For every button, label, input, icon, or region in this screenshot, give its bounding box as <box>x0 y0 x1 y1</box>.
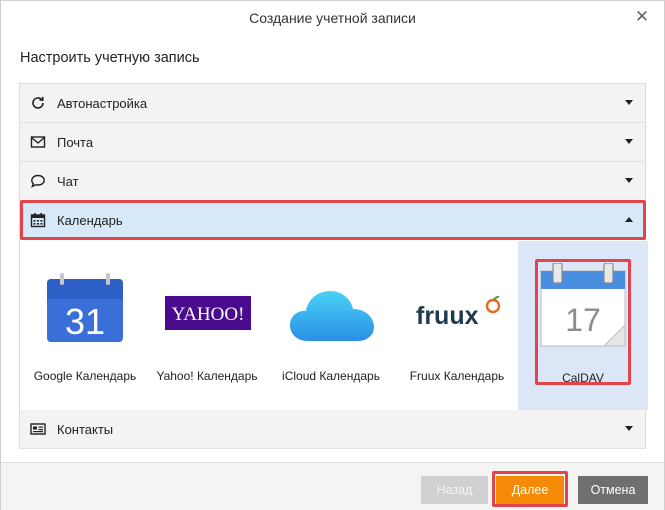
dialog-subtitle: Настроить учетную запись <box>20 50 200 66</box>
envelope-icon <box>30 136 46 148</box>
svg-text:31: 31 <box>65 301 105 342</box>
provider-fruux[interactable]: fruux Fruux Календарь <box>402 241 512 410</box>
section-label: Автонастройка <box>57 96 148 111</box>
chevron-up-icon <box>625 217 633 222</box>
back-button[interactable]: Назад <box>421 476 488 504</box>
chevron-down-icon <box>625 178 633 183</box>
caldav-calendar-icon: 17 <box>540 263 626 347</box>
section-label: Контакты <box>57 422 114 437</box>
svg-text:fruux: fruux <box>416 302 479 330</box>
section-label: Чат <box>57 174 79 189</box>
icloud-icon <box>290 291 374 341</box>
dialog-title: Создание учетной записи <box>249 10 416 26</box>
section-autoconfig[interactable]: Автонастройка <box>20 84 645 123</box>
section-contacts[interactable]: Контакты <box>20 410 645 449</box>
refresh-icon <box>32 96 44 109</box>
chat-bubble-icon <box>31 174 45 188</box>
provider-google[interactable]: 31 Google Календарь <box>25 241 145 410</box>
calendar-icon <box>30 213 46 228</box>
google-calendar-icon: 31 <box>47 273 123 342</box>
dialog-footer: Назад Далее Отмена <box>1 462 664 510</box>
provider-label: Yahoo! Календарь <box>156 369 258 383</box>
fruux-logo-icon: fruux <box>416 296 501 330</box>
calendar-providers: 31 Google Календарь YAHOO! Yahoo! Календ… <box>20 241 648 410</box>
contact-card-icon <box>30 423 46 435</box>
account-type-accordion: Автонастройка Почта Чат Календарь 31 Goo… <box>19 83 648 449</box>
chevron-down-icon <box>625 139 633 144</box>
account-creation-dialog: Создание учетной записи ✕ Настроить учет… <box>0 0 665 510</box>
chevron-down-icon <box>625 100 633 105</box>
svg-text:YAHOO!: YAHOO! <box>172 304 245 325</box>
section-mail[interactable]: Почта <box>20 123 645 162</box>
svg-text:17: 17 <box>565 302 601 338</box>
section-label: Календарь <box>57 213 123 228</box>
section-calendar[interactable]: Календарь <box>20 201 645 240</box>
provider-label: Google Календарь <box>33 369 137 383</box>
chevron-down-icon <box>625 426 633 431</box>
section-chat[interactable]: Чат <box>20 162 645 201</box>
section-label: Почта <box>57 135 94 150</box>
provider-label: iCloud Календарь <box>282 369 380 383</box>
close-icon[interactable]: ✕ <box>632 7 652 27</box>
provider-label: Fruux Календарь <box>409 369 505 383</box>
yahoo-logo-icon: YAHOO! <box>165 296 251 330</box>
next-button[interactable]: Далее <box>496 476 564 504</box>
provider-label: CalDAV <box>562 371 604 385</box>
provider-caldav[interactable]: 17 CalDAV <box>518 241 648 410</box>
cancel-button[interactable]: Отмена <box>578 476 648 504</box>
provider-yahoo[interactable]: YAHOO! Yahoo! Календарь <box>152 241 262 410</box>
provider-icloud[interactable]: iCloud Календарь <box>276 241 386 410</box>
